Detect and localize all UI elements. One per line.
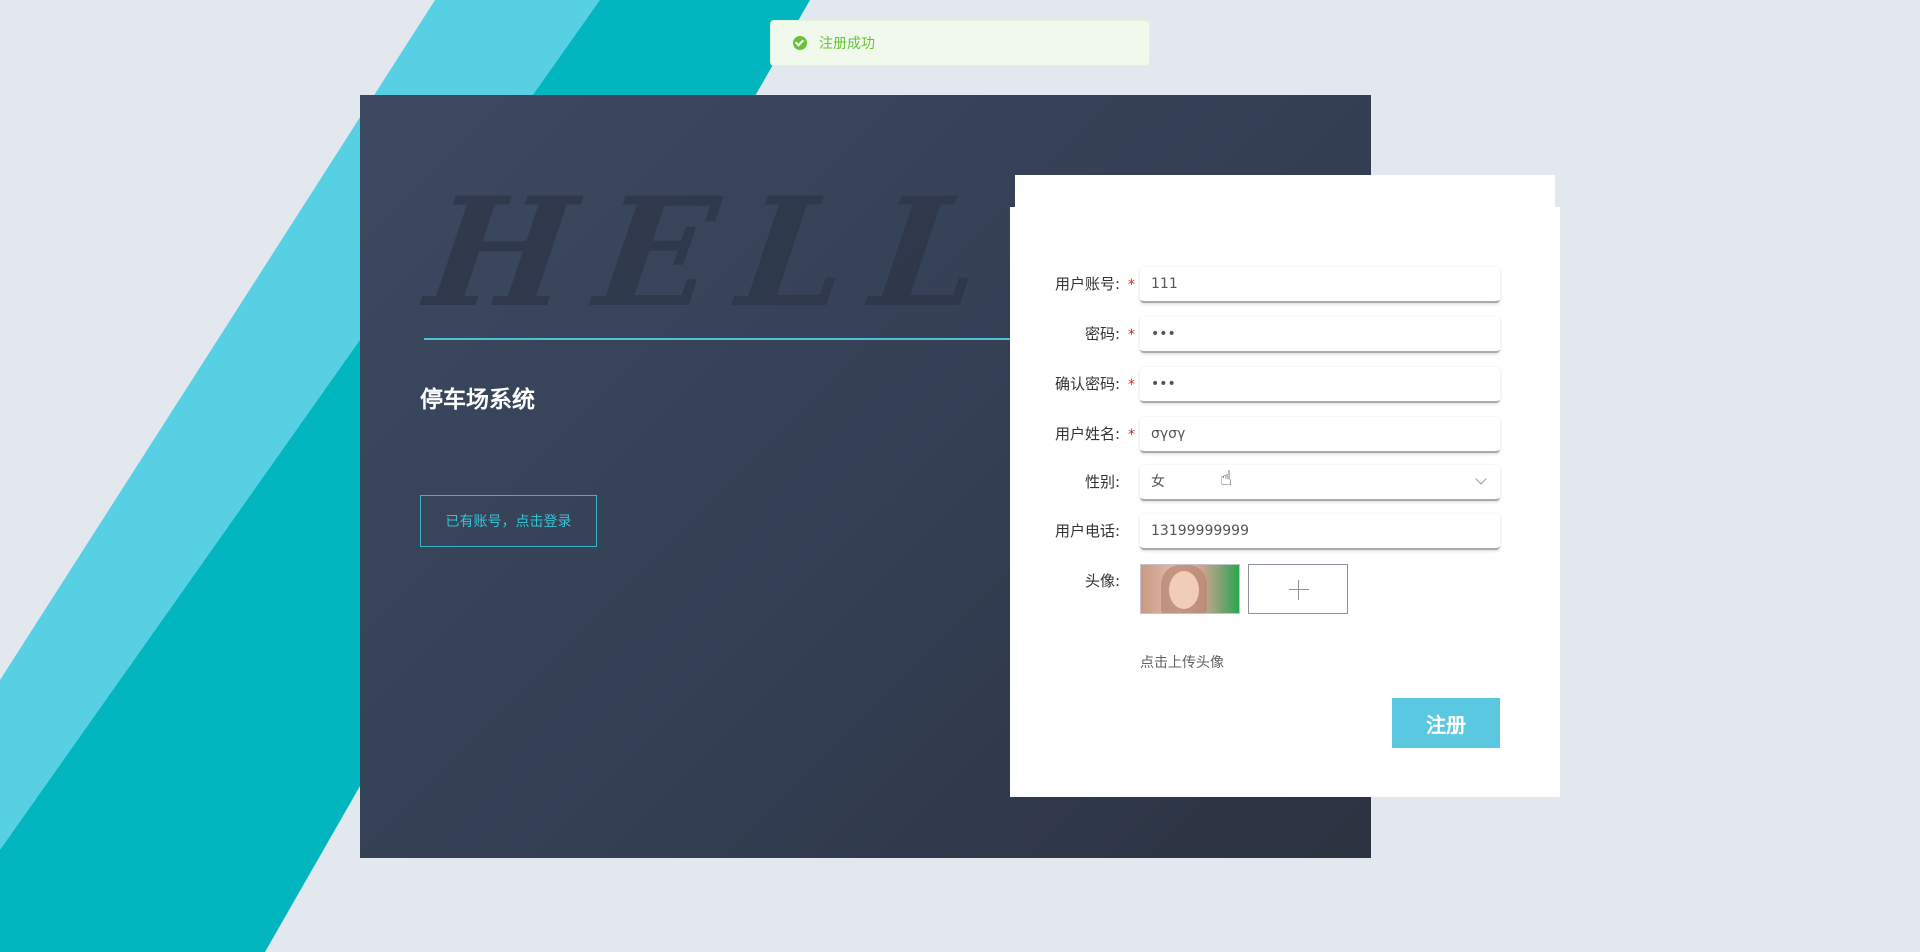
system-title: 停车场系统	[420, 387, 535, 413]
required-mark: *	[1128, 427, 1135, 443]
form-row-gender: 性别: 女	[1010, 465, 1510, 501]
required-mark: *	[1128, 277, 1135, 293]
form-row-confirm-password: 确认密码: * •••	[1010, 367, 1510, 403]
gender-label: 性别:	[1084, 473, 1120, 491]
phone-label: 用户电话:	[1054, 522, 1120, 540]
hand-cursor-icon: ☝	[1220, 466, 1233, 490]
register-form-card: 用户账号: * 密码: * ••• 确认密码: * ••• 用户姓名: * 性别…	[1010, 207, 1560, 797]
phone-input[interactable]	[1140, 514, 1500, 550]
card-tab-background	[1015, 175, 1555, 207]
form-row-password: 密码: * •••	[1010, 317, 1510, 353]
form-row-phone: 用户电话:	[1010, 514, 1510, 550]
hero-divider	[424, 338, 1024, 340]
avatar-face	[1169, 571, 1199, 609]
required-mark: *	[1128, 327, 1135, 343]
name-input[interactable]	[1140, 417, 1500, 453]
account-input[interactable]	[1140, 267, 1500, 303]
form-row-name: 用户姓名: *	[1010, 417, 1510, 453]
upload-hint: 点击上传头像	[1140, 655, 1224, 671]
form-row-account: 用户账号: *	[1010, 267, 1510, 303]
check-circle-icon	[793, 36, 807, 50]
account-label: 用户账号:	[1054, 275, 1120, 293]
password-input[interactable]: •••	[1140, 317, 1500, 353]
avatar-label: 头像:	[1084, 572, 1120, 590]
required-mark: *	[1128, 377, 1135, 393]
register-button[interactable]: 注册	[1392, 698, 1500, 748]
form-row-avatar: 头像:	[1010, 564, 1510, 624]
avatar-thumbnail[interactable]	[1140, 564, 1240, 614]
password-label: 密码:	[1084, 325, 1120, 343]
confirm-password-input[interactable]: •••	[1140, 367, 1500, 403]
name-label: 用户姓名:	[1054, 425, 1120, 443]
toast-message: 注册成功	[819, 36, 875, 52]
gender-select[interactable]: 女	[1140, 465, 1500, 501]
upload-plus-button[interactable]	[1248, 564, 1348, 614]
login-link-button[interactable]: 已有账号，点击登录	[420, 495, 597, 547]
success-toast: 注册成功	[770, 20, 1150, 66]
confirm-password-label: 确认密码:	[1054, 375, 1120, 393]
